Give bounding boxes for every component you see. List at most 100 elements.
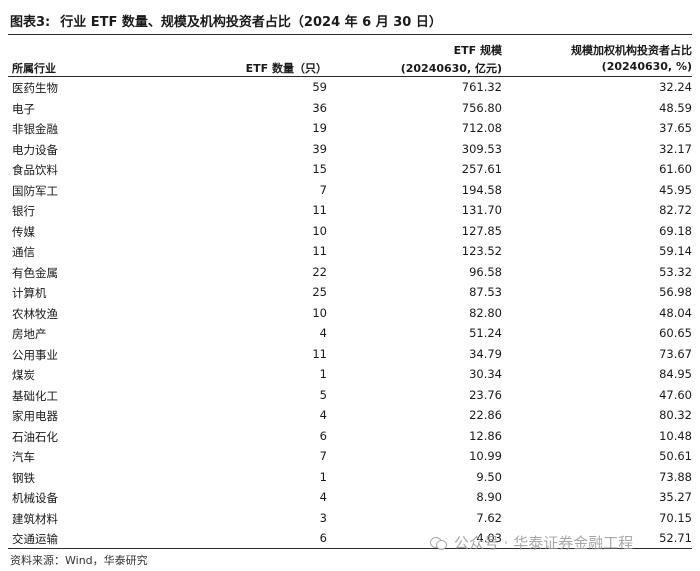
cell-etf-scale: 12.86 [469, 428, 502, 443]
cell-inst-share: 59.14 [659, 244, 692, 258]
cell-inst-share: 80.32 [659, 408, 692, 422]
cell-etf-scale: 30.34 [469, 367, 502, 381]
table-row: 银行 11 131.70 82.72 [8, 200, 692, 221]
cell-etf-scale: 51.24 [469, 326, 502, 340]
cell-etf-count: 22 [312, 264, 327, 279]
cell-industry: 汽车 [12, 450, 35, 464]
cell-etf-count: 4 [319, 326, 327, 340]
cell-etf-scale: 194.58 [461, 182, 502, 197]
cell-industry: 交通运输 [12, 532, 58, 546]
cell-inst-share: 73.67 [659, 346, 692, 361]
cell-etf-count: 11 [312, 346, 327, 361]
cell-etf-scale: 123.52 [461, 244, 502, 258]
col-header-count: ETF 数量（只） [245, 62, 327, 75]
table-row: 医药生物 59 761.32 32.24 [8, 77, 692, 98]
table-row: 家用电器 4 22.86 80.32 [8, 405, 692, 426]
cell-etf-scale: 7.62 [476, 510, 502, 525]
cell-etf-scale: 127.85 [461, 223, 502, 238]
figure-number: 图表3: [10, 14, 51, 30]
table-row: 电子 36 756.80 48.59 [8, 98, 692, 119]
cell-etf-scale: 82.80 [469, 305, 502, 320]
cell-etf-scale: 309.53 [461, 141, 502, 156]
table-row: 公用事业 11 34.79 73.67 [8, 344, 692, 365]
cell-etf-count: 39 [312, 141, 327, 156]
cell-etf-count: 4 [319, 408, 327, 422]
cell-etf-scale: 761.32 [461, 80, 502, 94]
cell-industry: 房地产 [12, 327, 47, 341]
cell-inst-share: 48.59 [659, 100, 692, 115]
table-row: 有色金属 22 96.58 53.32 [8, 262, 692, 283]
table-row: 通信 11 123.52 59.14 [8, 241, 692, 262]
col-header-scale-unit: (20240630, 亿元) [400, 62, 502, 75]
cell-industry: 食品饮料 [12, 163, 58, 177]
cell-inst-share: 82.72 [659, 203, 692, 217]
cell-etf-count: 3 [319, 510, 327, 525]
watermark-text: 公众号 · 华泰证券金融工程 [454, 534, 634, 552]
cell-etf-count: 7 [319, 449, 327, 463]
cell-inst-share: 37.65 [659, 121, 692, 135]
cell-industry: 公用事业 [12, 347, 58, 362]
cell-inst-share: 73.88 [659, 469, 692, 484]
cell-etf-count: 11 [312, 244, 327, 258]
cell-industry: 银行 [12, 204, 35, 218]
watermark: 公众号 · 华泰证券金融工程 [430, 532, 633, 553]
table-row: 国防军工 7 194.58 45.95 [8, 180, 692, 201]
cell-etf-scale: 87.53 [469, 285, 502, 299]
cell-inst-share: 10.48 [659, 428, 692, 443]
cell-inst-share: 50.61 [659, 449, 692, 463]
cell-etf-count: 15 [312, 162, 327, 176]
cell-etf-scale: 34.79 [469, 346, 502, 361]
table-row: 非银金融 19 712.08 37.65 [8, 118, 692, 139]
cell-industry: 电力设备 [12, 142, 58, 157]
col-header-industry: 所属行业 [12, 62, 56, 75]
col-header-inst-unit: (20240630, %) [601, 60, 692, 73]
cell-etf-count: 6 [319, 531, 327, 545]
table-row: 电力设备 39 309.53 32.17 [8, 139, 692, 160]
cell-etf-count: 19 [312, 121, 327, 135]
cell-etf-count: 25 [312, 285, 327, 299]
cell-inst-share: 52.71 [659, 531, 692, 545]
cell-etf-scale: 9.50 [476, 469, 502, 484]
cell-industry: 计算机 [12, 286, 47, 300]
cell-inst-share: 35.27 [659, 490, 692, 504]
cell-industry: 建筑材料 [12, 511, 58, 526]
table-row: 传媒 10 127.85 69.18 [8, 221, 692, 242]
table-row: 钢铁 1 9.50 73.88 [8, 467, 692, 488]
cell-etf-count: 5 [319, 387, 327, 402]
wechat-icon [430, 535, 448, 551]
cell-etf-scale: 131.70 [461, 203, 502, 217]
table-row: 食品饮料 15 257.61 61.60 [8, 159, 692, 180]
cell-inst-share: 69.18 [659, 223, 692, 238]
cell-etf-scale: 257.61 [461, 162, 502, 176]
cell-etf-scale: 8.90 [476, 490, 502, 504]
figure-title-text: 行业 ETF 数量、规模及机构投资者占比（2024 年 6 月 30 日） [60, 14, 442, 30]
col-header-scale-title: ETF 规模 [453, 44, 502, 57]
cell-inst-share: 53.32 [659, 264, 692, 279]
cell-etf-count: 36 [312, 100, 327, 115]
cell-industry: 基础化工 [12, 388, 58, 403]
cell-etf-scale: 23.76 [469, 387, 502, 402]
cell-inst-share: 32.24 [659, 80, 692, 94]
cell-etf-count: 10 [312, 305, 327, 320]
cell-industry: 国防军工 [12, 183, 58, 198]
cell-industry: 非银金融 [12, 122, 58, 136]
table-row: 基础化工 5 23.76 47.60 [8, 385, 692, 406]
cell-etf-count: 7 [319, 182, 327, 197]
source-note: 资料来源：Wind，华泰研究 [10, 554, 148, 567]
cell-etf-scale: 10.99 [469, 449, 502, 463]
cell-industry: 传媒 [12, 224, 35, 239]
cell-etf-scale: 22.86 [469, 408, 502, 422]
cell-inst-share: 84.95 [659, 367, 692, 381]
cell-inst-share: 48.04 [659, 305, 692, 320]
table-row: 计算机 25 87.53 56.98 [8, 282, 692, 303]
cell-inst-share: 47.60 [659, 387, 692, 402]
table-row: 农林牧渔 10 82.80 48.04 [8, 303, 692, 324]
cell-etf-scale: 96.58 [469, 264, 502, 279]
table-row: 机械设备 4 8.90 35.27 [8, 487, 692, 508]
cell-industry: 煤炭 [12, 368, 35, 382]
cell-etf-count: 11 [312, 203, 327, 217]
cell-etf-scale: 712.08 [461, 121, 502, 135]
cell-etf-count: 1 [319, 367, 327, 381]
cell-etf-count: 10 [312, 223, 327, 238]
table-row: 石油石化 6 12.86 10.48 [8, 426, 692, 447]
